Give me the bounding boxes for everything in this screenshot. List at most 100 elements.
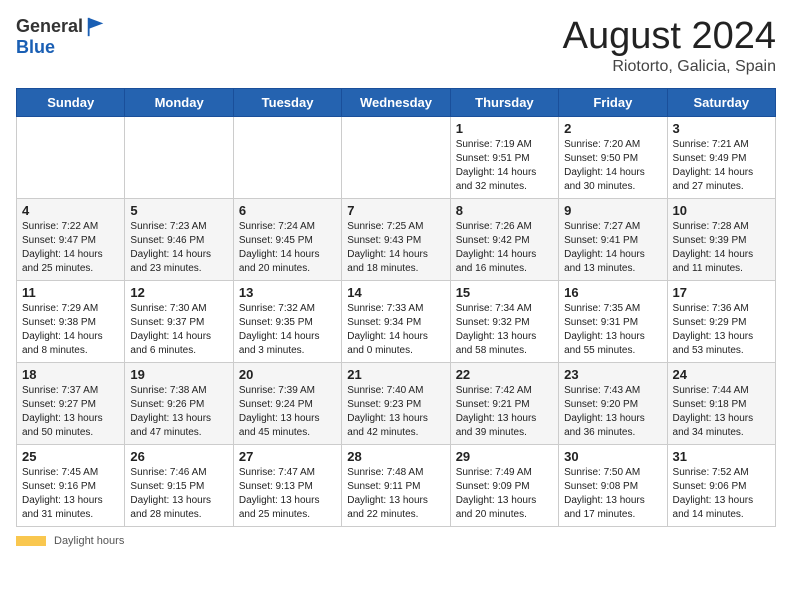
title-block: August 2024 Riotorto, Galicia, Spain [563,16,776,76]
calendar-cell: 12 Sunrise: 7:30 AM Sunset: 9:37 PM Dayli… [125,280,233,362]
day-number: 8 [456,203,553,218]
calendar-cell: 16 Sunrise: 7:35 AM Sunset: 9:31 PM Dayli… [559,280,667,362]
day-info: Sunrise: 7:50 AM Sunset: 9:08 PM Dayligh… [564,466,661,522]
day-info: Sunrise: 7:27 AM Sunset: 9:41 PM Dayligh… [564,220,661,276]
calendar-cell: 2Sunrise: 7:20 AM Sunset: 9:50 PM Daylig… [559,116,667,198]
day-info: Sunrise: 7:38 AM Sunset: 9:26 PM Dayligh… [130,384,227,440]
day-info: Sunrise: 7:48 AM Sunset: 9:11 PM Dayligh… [347,466,444,522]
calendar-title: August 2024 [563,16,776,58]
calendar-cell: 6 Sunrise: 7:24 AM Sunset: 9:45 PM Daylig… [233,198,341,280]
day-number: 29 [456,449,553,464]
day-info: Sunrise: 7:33 AM Sunset: 9:34 PM Dayligh… [347,302,444,358]
day-info: Sunrise: 7:28 AM Sunset: 9:39 PM Dayligh… [673,220,770,276]
calendar-cell: 24Sunrise: 7:44 AM Sunset: 9:18 PM Dayli… [667,362,775,444]
day-number: 16 [564,285,661,300]
day-number: 15 [456,285,553,300]
calendar-cell: 5Sunrise: 7:23 AM Sunset: 9:46 PM Daylig… [125,198,233,280]
day-number: 13 [239,285,336,300]
day-number: 6 [239,203,336,218]
day-number: 12 [130,285,227,300]
calendar-cell: 31Sunrise: 7:52 AM Sunset: 9:06 PM Dayli… [667,444,775,526]
day-info: Sunrise: 7:36 AM Sunset: 9:29 PM Dayligh… [673,302,770,358]
day-info: Sunrise: 7:19 AM Sunset: 9:51 PM Dayligh… [456,138,553,194]
day-number: 30 [564,449,661,464]
day-header-thursday: Thursday [450,88,558,116]
calendar-cell: 26 Sunrise: 7:46 AM Sunset: 9:15 PM Dayli… [125,444,233,526]
logo-blue: Blue [16,37,55,57]
day-number: 5 [130,203,227,218]
legend-label: Daylight hours [54,535,124,547]
day-info: Sunrise: 7:49 AM Sunset: 9:09 PM Dayligh… [456,466,553,522]
day-header-friday: Friday [559,88,667,116]
calendar-cell: 7 Sunrise: 7:25 AM Sunset: 9:43 PM Daylig… [342,198,450,280]
calendar-cell: 9 Sunrise: 7:27 AM Sunset: 9:41 PM Daylig… [559,198,667,280]
logo: General Blue [16,16,107,58]
day-number: 10 [673,203,770,218]
day-number: 3 [673,121,770,136]
day-number: 22 [456,367,553,382]
calendar-cell [233,116,341,198]
day-number: 14 [347,285,444,300]
day-number: 9 [564,203,661,218]
calendar-header: SundayMondayTuesdayWednesdayThursdayFrid… [17,88,776,116]
calendar-cell: 19 Sunrise: 7:38 AM Sunset: 9:26 PM Dayli… [125,362,233,444]
day-header-monday: Monday [125,88,233,116]
day-info: Sunrise: 7:24 AM Sunset: 9:45 PM Dayligh… [239,220,336,276]
day-number: 23 [564,367,661,382]
calendar-cell: 1 Sunrise: 7:19 AM Sunset: 9:51 PM Daylig… [450,116,558,198]
calendar-cell: 30 Sunrise: 7:50 AM Sunset: 9:08 PM Dayli… [559,444,667,526]
day-info: Sunrise: 7:21 AM Sunset: 9:49 PM Dayligh… [673,138,770,194]
day-info: Sunrise: 7:22 AM Sunset: 9:47 PM Dayligh… [22,220,119,276]
day-number: 31 [673,449,770,464]
calendar-week-1: 1 Sunrise: 7:19 AM Sunset: 9:51 PM Daylig… [17,116,776,198]
calendar-cell: 22 Sunrise: 7:42 AM Sunset: 9:21 PM Dayli… [450,362,558,444]
calendar-cell: 18 Sunrise: 7:37 AM Sunset: 9:27 PM Dayli… [17,362,125,444]
day-info: Sunrise: 7:32 AM Sunset: 9:35 PM Dayligh… [239,302,336,358]
day-number: 24 [673,367,770,382]
day-number: 19 [130,367,227,382]
day-info: Sunrise: 7:39 AM Sunset: 9:24 PM Dayligh… [239,384,336,440]
calendar-cell: 21 Sunrise: 7:40 AM Sunset: 9:23 PM Dayli… [342,362,450,444]
calendar-cell: 25 Sunrise: 7:45 AM Sunset: 9:16 PM Dayli… [17,444,125,526]
day-info: Sunrise: 7:37 AM Sunset: 9:27 PM Dayligh… [22,384,119,440]
legend-bar [16,536,46,546]
day-info: Sunrise: 7:25 AM Sunset: 9:43 PM Dayligh… [347,220,444,276]
day-number: 26 [130,449,227,464]
calendar-cell: 27 Sunrise: 7:47 AM Sunset: 9:13 PM Dayli… [233,444,341,526]
calendar-week-2: 4 Sunrise: 7:22 AM Sunset: 9:47 PM Daylig… [17,198,776,280]
day-info: Sunrise: 7:30 AM Sunset: 9:37 PM Dayligh… [130,302,227,358]
day-info: Sunrise: 7:45 AM Sunset: 9:16 PM Dayligh… [22,466,119,522]
day-info: Sunrise: 7:40 AM Sunset: 9:23 PM Dayligh… [347,384,444,440]
calendar-cell: 13 Sunrise: 7:32 AM Sunset: 9:35 PM Dayli… [233,280,341,362]
calendar-cell: 10 Sunrise: 7:28 AM Sunset: 9:39 PM Dayli… [667,198,775,280]
day-info: Sunrise: 7:43 AM Sunset: 9:20 PM Dayligh… [564,384,661,440]
day-number: 4 [22,203,119,218]
day-info: Sunrise: 7:42 AM Sunset: 9:21 PM Dayligh… [456,384,553,440]
page-header: General Blue August 2024 Riotorto, Galic… [16,16,776,76]
calendar-cell: 28 Sunrise: 7:48 AM Sunset: 9:11 PM Dayli… [342,444,450,526]
day-info: Sunrise: 7:47 AM Sunset: 9:13 PM Dayligh… [239,466,336,522]
day-number: 1 [456,121,553,136]
calendar-cell: 8Sunrise: 7:26 AM Sunset: 9:42 PM Daylig… [450,198,558,280]
calendar-week-3: 11Sunrise: 7:29 AM Sunset: 9:38 PM Dayli… [17,280,776,362]
logo-general: General [16,17,83,37]
calendar-cell: 20Sunrise: 7:39 AM Sunset: 9:24 PM Dayli… [233,362,341,444]
day-number: 25 [22,449,119,464]
calendar-cell [342,116,450,198]
calendar-cell: 17Sunrise: 7:36 AM Sunset: 9:29 PM Dayli… [667,280,775,362]
day-info: Sunrise: 7:46 AM Sunset: 9:15 PM Dayligh… [130,466,227,522]
day-info: Sunrise: 7:35 AM Sunset: 9:31 PM Dayligh… [564,302,661,358]
calendar-cell: 3 Sunrise: 7:21 AM Sunset: 9:49 PM Daylig… [667,116,775,198]
day-number: 18 [22,367,119,382]
calendar-week-5: 25 Sunrise: 7:45 AM Sunset: 9:16 PM Dayli… [17,444,776,526]
calendar-cell: 29 Sunrise: 7:49 AM Sunset: 9:09 PM Dayli… [450,444,558,526]
calendar-subtitle: Riotorto, Galicia, Spain [563,58,776,76]
day-number: 7 [347,203,444,218]
footer: Daylight hours [16,535,776,547]
calendar-cell: 11Sunrise: 7:29 AM Sunset: 9:38 PM Dayli… [17,280,125,362]
calendar-cell [125,116,233,198]
day-number: 27 [239,449,336,464]
calendar-table: SundayMondayTuesdayWednesdayThursdayFrid… [16,88,776,527]
day-number: 28 [347,449,444,464]
day-number: 21 [347,367,444,382]
